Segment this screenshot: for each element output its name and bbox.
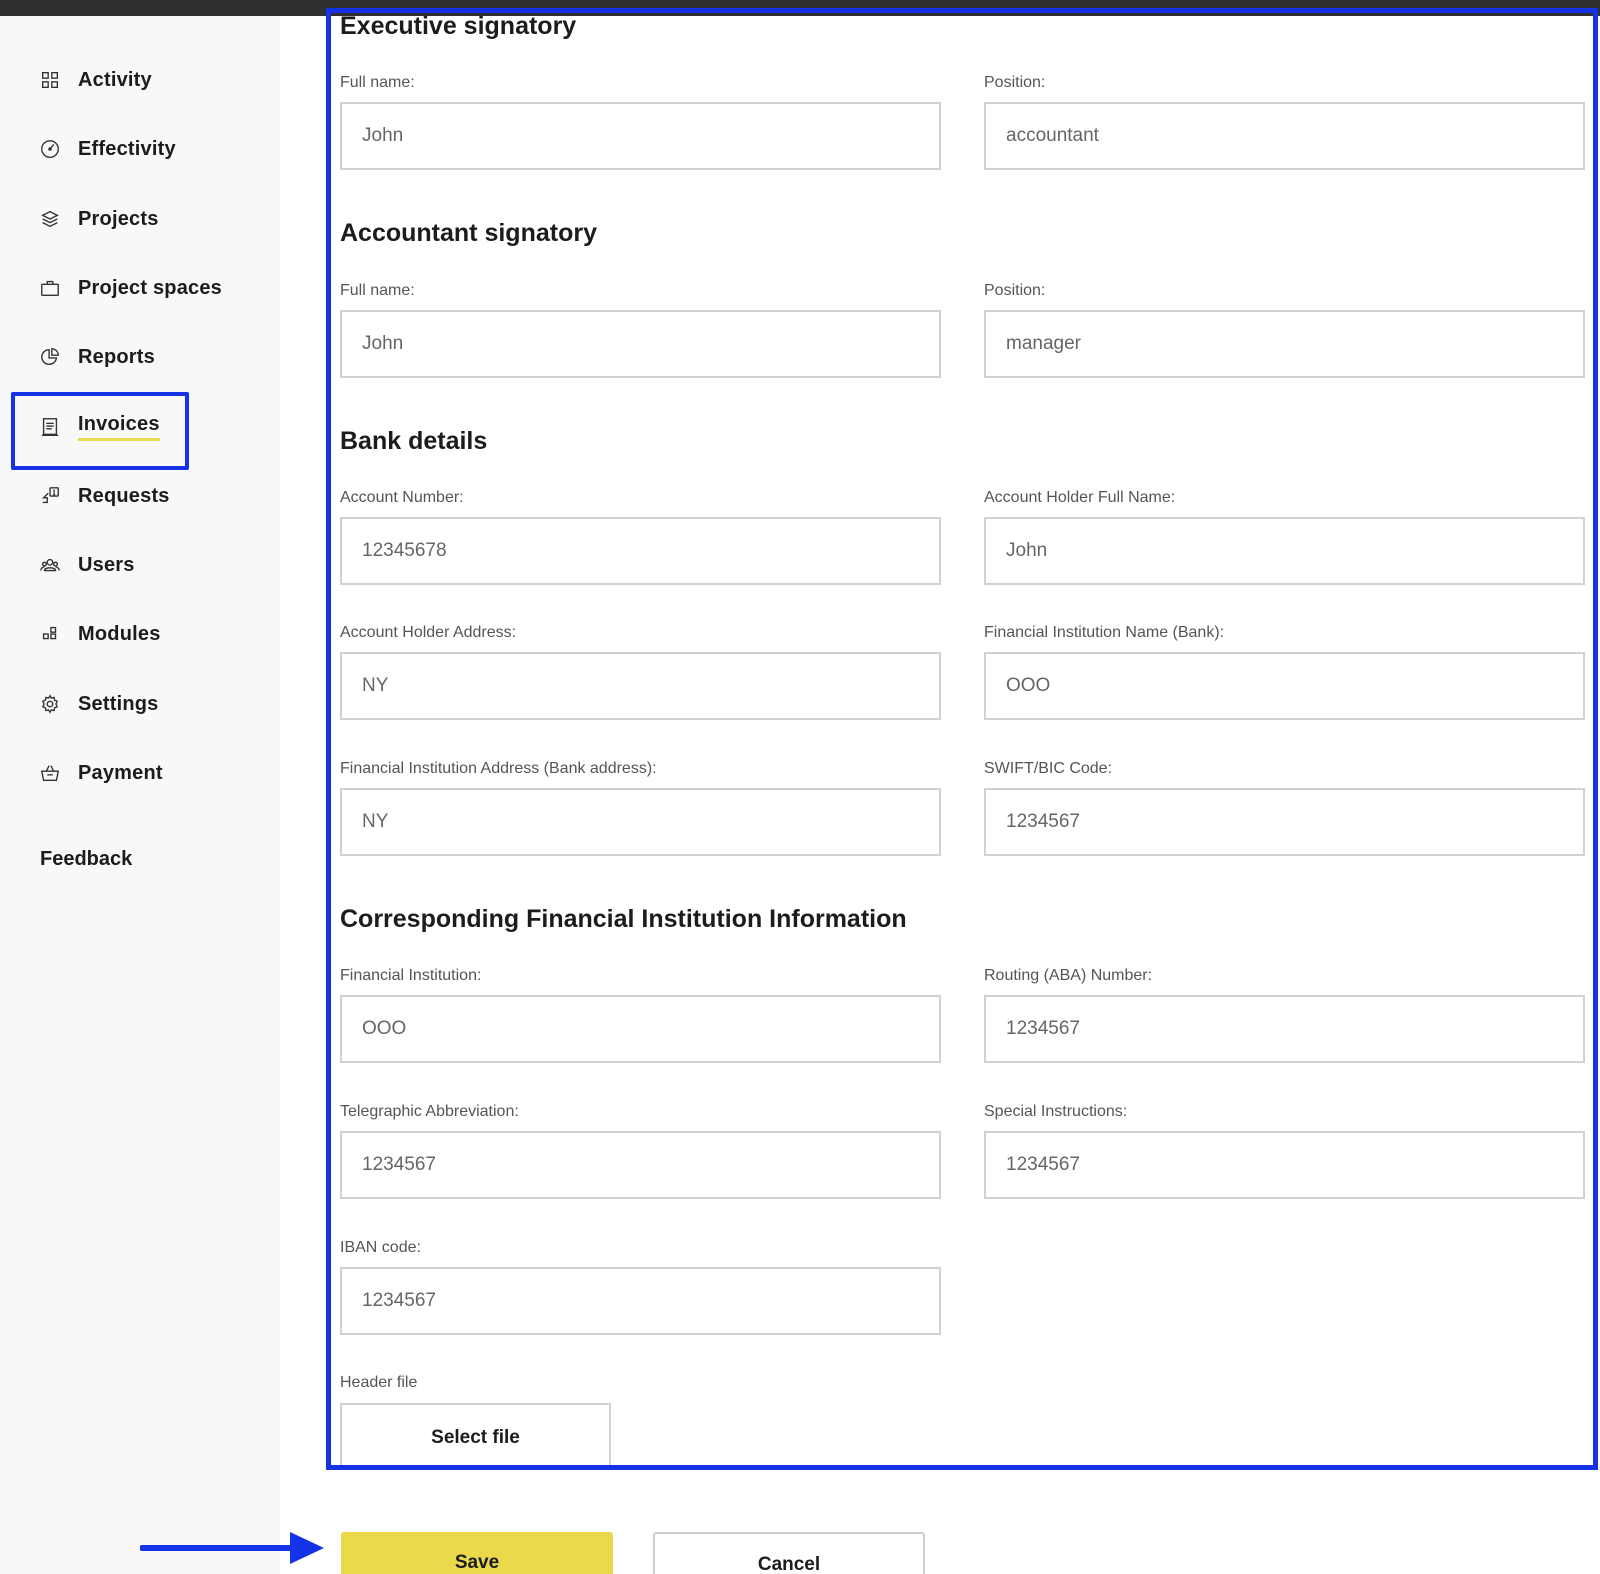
gauge-icon [38,137,62,161]
sidebar-item-label: Effectivity [78,137,176,160]
gear-icon [38,692,62,716]
sidebar-item-payment[interactable]: Payment [38,753,163,793]
sidebar-item-project-spaces[interactable]: Project spaces [38,268,222,308]
pie-chart-icon [38,345,62,369]
sidebar-item-users[interactable]: Users [38,545,135,585]
sidebar-item-settings[interactable]: Settings [38,684,159,724]
sidebar-item-label: Modules [78,622,161,645]
sidebar-item-label: Activity [78,68,152,91]
basket-icon [38,761,62,785]
sidebar-item-label: Settings [78,692,159,715]
briefcase-icon [38,276,62,300]
feedback-link[interactable]: Feedback [40,848,132,871]
save-button[interactable]: Save [341,1532,613,1574]
modules-icon [38,622,62,646]
sidebar-item-requests[interactable]: Requests [38,476,170,516]
layers-icon [38,207,62,231]
users-icon [38,553,62,577]
request-icon [38,484,62,508]
sidebar-item-label: Users [78,553,135,576]
sidebar-item-projects[interactable]: Projects [38,199,159,239]
sidebar-item-label: Project spaces [78,276,222,299]
sidebar-item-label: Payment [78,761,163,784]
sidebar: Activity Effectivity Projects Project sp… [0,16,280,1574]
sidebar-item-reports[interactable]: Reports [38,337,155,377]
highlight-box-form [326,8,1598,1470]
grid-icon [38,68,62,92]
sidebar-item-label: Requests [78,484,170,507]
arrow-right-icon [140,1532,324,1564]
sidebar-item-modules[interactable]: Modules [38,614,161,654]
cancel-button[interactable]: Cancel [653,1532,925,1574]
highlight-box-invoices [11,392,189,470]
sidebar-item-label: Reports [78,345,155,368]
sidebar-item-activity[interactable]: Activity [38,60,152,100]
sidebar-item-label: Projects [78,207,159,230]
sidebar-item-effectivity[interactable]: Effectivity [38,129,176,169]
